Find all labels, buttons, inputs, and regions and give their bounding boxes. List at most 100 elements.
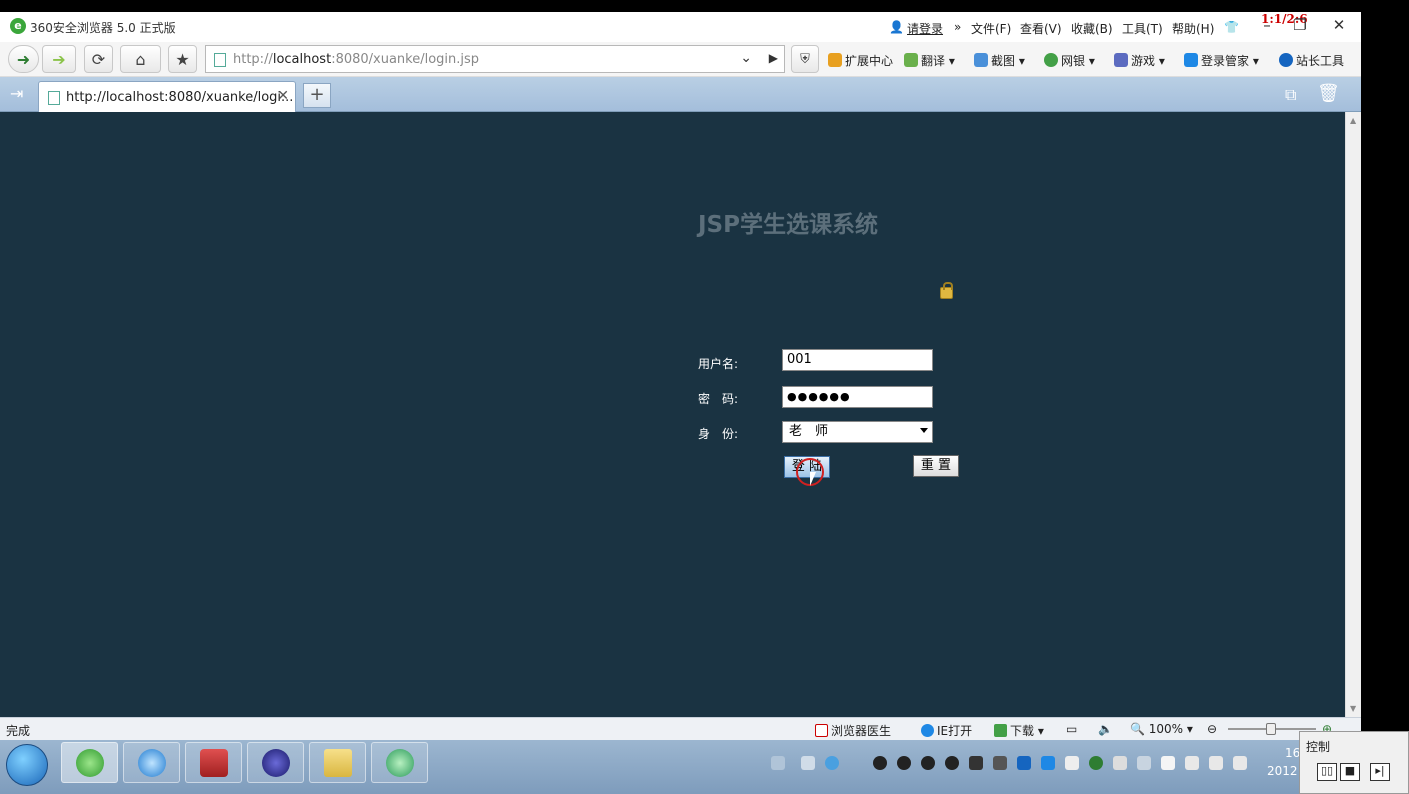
login-manager-button[interactable]: 登录管家 ▾: [1184, 52, 1259, 69]
zoom-out-icon[interactable]: ⊖: [1207, 722, 1217, 736]
extensions-button[interactable]: 扩展中心: [828, 52, 893, 69]
address-bar[interactable]: http://localhost:8080/xuanke/login.jsp ⌄…: [205, 45, 785, 73]
taskbar-toolbox[interactable]: [185, 742, 242, 783]
ie-icon: [921, 724, 934, 737]
refresh-button[interactable]: ⟳: [84, 45, 113, 73]
lock-icon: [940, 282, 953, 299]
tray-monitor-icon[interactable]: [1209, 756, 1223, 770]
tray-app-icon[interactable]: [801, 756, 815, 770]
tray-shield-icon[interactable]: [1041, 756, 1055, 770]
menu-help[interactable]: 帮助(H): [1172, 20, 1214, 37]
username-input[interactable]: 001: [782, 349, 933, 371]
menu-tools[interactable]: 工具(T): [1122, 20, 1163, 37]
menu-file[interactable]: 文件(F): [971, 20, 1011, 37]
zoom-slider[interactable]: [1228, 723, 1316, 735]
stop-button[interactable]: ■: [1340, 763, 1360, 781]
tray-ime-icon[interactable]: [1113, 756, 1127, 770]
password-input[interactable]: ●●●●●●: [782, 386, 933, 408]
toolbox-icon: [199, 748, 228, 777]
zoom-button[interactable]: 🔍 100% ▾: [1130, 722, 1193, 736]
menu-favorites[interactable]: 收藏(B): [1071, 20, 1113, 37]
close-button[interactable]: ✕: [1323, 14, 1355, 36]
role-select[interactable]: 老 师: [782, 421, 933, 443]
qq-icon[interactable]: [897, 756, 911, 770]
shield-icon: ⛨: [800, 51, 810, 67]
new-tab-button[interactable]: +: [303, 83, 331, 108]
user-icon: 👤: [889, 20, 904, 34]
screenshot-button[interactable]: 截图 ▾: [974, 52, 1025, 69]
tray-device-icon[interactable]: [1185, 756, 1199, 770]
back-button[interactable]: ➜: [8, 45, 39, 73]
tray-network-icon[interactable]: [825, 756, 839, 770]
folder-icon: [323, 748, 352, 777]
minimize-button[interactable]: –: [1251, 14, 1283, 36]
taskbar-ie[interactable]: [123, 742, 180, 783]
maximize-button[interactable]: ❐: [1284, 14, 1316, 36]
ie-open-button[interactable]: IE打开: [921, 722, 972, 739]
page-content: [0, 112, 1345, 717]
magnifier-icon: 🔍: [1130, 722, 1145, 736]
ie-icon: [137, 748, 166, 777]
window-title: 360安全浏览器 5.0 正式版: [30, 21, 176, 35]
pause-button[interactable]: ▯▯: [1317, 763, 1337, 781]
flag-icon[interactable]: [1161, 756, 1175, 770]
taskbar-explorer[interactable]: [309, 742, 366, 783]
tray-360-icon[interactable]: [1089, 756, 1103, 770]
scroll-down-icon[interactable]: ▼: [1350, 704, 1356, 713]
arrow-right-icon: ➔: [52, 49, 66, 69]
scroll-up-icon[interactable]: ▲: [1350, 116, 1356, 125]
webmaster-tools-button[interactable]: 站长工具: [1279, 52, 1344, 69]
mouse-cursor-icon: [810, 472, 822, 486]
bank-button[interactable]: 网银 ▾: [1044, 52, 1095, 69]
sidebar-toggle-icon[interactable]: ⇥: [10, 84, 23, 103]
vertical-scrollbar[interactable]: ▲ ▼: [1345, 112, 1361, 717]
home-button[interactable]: ⌂: [120, 45, 161, 73]
next-button[interactable]: ▸|: [1370, 763, 1390, 781]
zoom-slider-knob[interactable]: [1266, 723, 1276, 735]
trash-icon[interactable]: 🗑: [1317, 83, 1340, 104]
browser-doctor-button[interactable]: 浏览器医生: [815, 722, 891, 739]
menu-view[interactable]: 查看(V): [1020, 20, 1062, 37]
role-label: 身 份:: [698, 427, 739, 441]
taskbar-eclipse[interactable]: [247, 742, 304, 783]
tab-title: http://localhost:8080/xuanke/logi...: [66, 90, 294, 105]
status-text: 完成: [6, 724, 31, 738]
speaker-icon[interactable]: 🔈: [1098, 722, 1113, 736]
favorite-button[interactable]: ★: [168, 45, 197, 73]
forward-button[interactable]: ➔: [42, 45, 76, 73]
tray-tool-icon[interactable]: [969, 756, 983, 770]
go-icon[interactable]: ▶: [769, 51, 778, 65]
security-button[interactable]: ⛨: [791, 45, 819, 73]
shirt-icon[interactable]: 👕: [1224, 20, 1239, 34]
webmaster-icon: [1279, 53, 1293, 67]
taskbar-app[interactable]: [371, 742, 428, 783]
qq-icon[interactable]: [945, 756, 959, 770]
bank-icon: [1044, 53, 1058, 67]
reset-button[interactable]: 重 置: [913, 455, 959, 477]
dropdown-chevron-icon[interactable]: ⌄: [740, 50, 752, 66]
start-button[interactable]: [6, 744, 48, 786]
tray-mic-icon[interactable]: [1137, 756, 1151, 770]
browser-window: e 360安全浏览器 5.0 正式版 👤 请登录 » 文件(F) 查看(V) 收…: [0, 12, 1361, 740]
qq-icon[interactable]: [921, 756, 935, 770]
tab-close-icon[interactable]: ✕: [277, 88, 289, 104]
games-button[interactable]: 游戏 ▾: [1114, 52, 1165, 69]
window-icon[interactable]: ▭: [1066, 722, 1077, 736]
translate-button[interactable]: 翻译 ▾: [904, 52, 955, 69]
download-button[interactable]: 下载 ▾: [994, 722, 1044, 739]
tray-tool-icon[interactable]: [993, 756, 1007, 770]
login-link[interactable]: 请登录: [907, 20, 943, 37]
page-icon: [214, 53, 226, 67]
keyboard-icon[interactable]: [771, 756, 785, 770]
volume-icon[interactable]: [1233, 756, 1247, 770]
restore-tabs-icon[interactable]: ⧉: [1285, 85, 1296, 105]
tray-note-icon[interactable]: [1065, 756, 1079, 770]
taskbar-360-browser[interactable]: [61, 742, 118, 783]
double-chevron-icon[interactable]: »: [954, 20, 961, 34]
tab-login[interactable]: http://localhost:8080/xuanke/logi... ✕: [38, 81, 296, 112]
tray-check-icon[interactable]: [1017, 756, 1031, 770]
qq-icon[interactable]: [873, 756, 887, 770]
arrow-left-icon: ➜: [16, 49, 31, 69]
role-select-value: 老 师: [789, 424, 829, 439]
control-panel: 控制 ▯▯ ■ ▸|: [1299, 731, 1409, 794]
